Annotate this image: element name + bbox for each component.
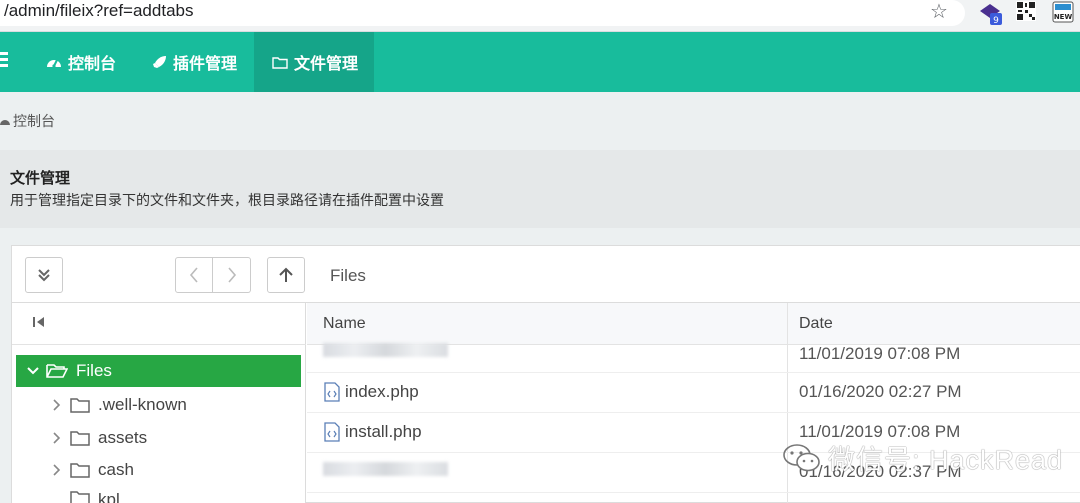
table-row[interactable]: 11/01/2019 07:08 PM xyxy=(307,343,1080,373)
folder-tree: Files .well-known assets cash kpl xyxy=(12,303,306,503)
column-header-name[interactable]: Name xyxy=(323,315,366,333)
tab-file-manager[interactable]: 文件管理 xyxy=(254,32,374,92)
tree-header xyxy=(12,303,306,345)
qr-code-icon[interactable] xyxy=(1016,1,1036,21)
tree-item-well-known[interactable]: .well-known xyxy=(16,389,301,421)
tab-plugins-label: 插件管理 xyxy=(173,56,238,73)
browser-address-bar: /admin/fileix?ref=addtabs ☆ 9 NEW xyxy=(0,0,1080,32)
chevron-down-icon[interactable] xyxy=(26,367,40,375)
new-badge-label: NEW xyxy=(1054,13,1073,21)
file-name-redacted xyxy=(323,343,448,357)
breadcrumb-label: 控制台 xyxy=(13,113,55,129)
folder-icon xyxy=(70,397,90,413)
chevron-left-icon xyxy=(189,267,198,283)
folder-icon xyxy=(70,462,90,478)
chevron-right-icon[interactable] xyxy=(50,464,64,476)
new-badge-icon[interactable]: NEW xyxy=(1052,1,1074,23)
double-chevron-down-icon xyxy=(38,269,50,282)
file-name: install.php xyxy=(323,422,422,442)
parent-folder-button[interactable] xyxy=(267,257,305,293)
table-row[interactable]: index.php 01/16/2020 02:27 PM xyxy=(307,373,1080,413)
page-description: 用于管理指定目录下的文件和文件夹，根目录路径请在插件配置中设置 xyxy=(10,192,444,208)
page-title: 文件管理 xyxy=(10,170,71,187)
php-file-icon xyxy=(324,422,340,442)
chevron-right-icon[interactable] xyxy=(50,432,64,444)
current-path: Files xyxy=(330,266,366,285)
file-manager-toolbar: Files xyxy=(12,246,1080,303)
tab-plugins[interactable]: 插件管理 xyxy=(140,32,253,92)
folder-icon xyxy=(70,490,90,503)
extension-badge-icon[interactable]: 9 xyxy=(978,2,1004,26)
watermark: 微信号: HackRead xyxy=(782,438,1063,477)
tab-file-manager-label: 文件管理 xyxy=(294,56,359,73)
extension-count: 9 xyxy=(993,16,999,26)
file-name-label: install.php xyxy=(345,422,422,441)
file-date: 01/16/2020 02:27 PM xyxy=(799,382,962,401)
column-header-date[interactable]: Date xyxy=(799,315,833,333)
tree-item-label: .well-known xyxy=(98,395,187,414)
file-name-label: index.php xyxy=(345,382,419,401)
file-name-redacted xyxy=(323,462,448,476)
tree-item-label: assets xyxy=(98,428,148,447)
tree-item-label: cash xyxy=(98,460,134,479)
redacted-name xyxy=(323,343,448,357)
collapse-tree-icon[interactable] xyxy=(32,316,46,328)
breadcrumb-bar: 控制台 xyxy=(0,92,1080,150)
chevron-right-icon[interactable] xyxy=(50,399,64,411)
top-navbar: 控制台 插件管理 文件管理 xyxy=(0,32,1080,92)
folder-open-icon xyxy=(46,363,68,379)
breadcrumb[interactable]: 控制台 xyxy=(0,111,55,131)
dashboard-icon xyxy=(47,59,61,68)
tree-item-label: Files xyxy=(76,361,112,380)
tab-dashboard-label: 控制台 xyxy=(68,56,117,73)
php-file-icon xyxy=(324,382,340,402)
url-field[interactable]: /admin/fileix?ref=addtabs xyxy=(4,1,964,21)
arrow-up-icon xyxy=(279,267,293,282)
folder-icon xyxy=(70,430,90,446)
file-date: 11/01/2019 07:08 PM xyxy=(799,344,961,363)
chevron-right-icon xyxy=(227,267,236,283)
back-button[interactable] xyxy=(175,257,213,293)
file-name: index.php xyxy=(323,382,419,402)
wechat-icon xyxy=(783,443,820,471)
page-header: 文件管理 用于管理指定目录下的文件和文件夹，根目录路径请在插件配置中设置 xyxy=(0,150,1080,228)
forward-button[interactable] xyxy=(213,257,251,293)
watermark-text: 微信号: HackRead xyxy=(828,445,1064,475)
tree-item-files[interactable]: Files xyxy=(16,355,301,387)
file-list-header: Name Date xyxy=(307,303,1080,345)
folder-icon xyxy=(272,56,288,69)
tab-dashboard[interactable]: 控制台 xyxy=(34,32,132,92)
menu-toggle-icon[interactable] xyxy=(0,52,10,72)
dashboard-icon xyxy=(0,120,10,125)
tree-item-label: kpl xyxy=(98,490,120,503)
redacted-name xyxy=(323,462,448,476)
tree-item-cash[interactable]: cash xyxy=(16,454,301,486)
tree-item-kpl[interactable]: kpl xyxy=(16,486,301,503)
toggle-tree-button[interactable] xyxy=(25,257,63,293)
bookmark-star-icon[interactable]: ☆ xyxy=(930,0,948,24)
tree-item-assets[interactable]: assets xyxy=(16,422,301,454)
rocket-icon xyxy=(153,55,166,68)
